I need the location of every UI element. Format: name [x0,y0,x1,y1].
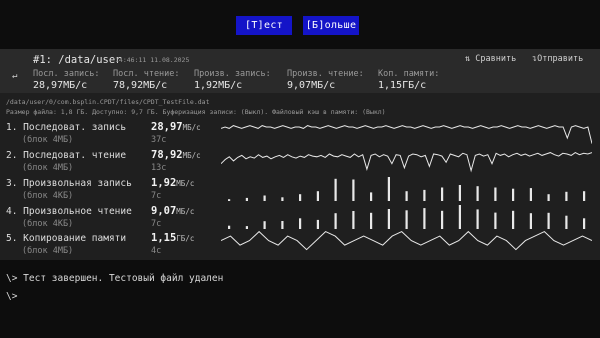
result-value: 28,97МБ/с [151,121,201,133]
graph-bar [370,192,373,201]
graph-bar [547,194,550,201]
graph-bar [316,191,319,201]
run-timestamp: 14:46:11 11.08.2025 [115,56,190,64]
graph-bar [476,186,479,201]
result-name: 4. Произвольное чтение [6,206,132,217]
summary-header: Коп. памяти: [378,69,440,79]
graph-bar [423,189,426,201]
result-name: 3. Произвольная запись [6,178,132,189]
summary-value: 1,15ГБ/с [378,80,427,91]
result-graph [221,230,592,251]
graph-bar [583,191,586,201]
result-graph [228,177,586,201]
graph-bar [529,188,532,201]
test-file-path: /data/user/0/com.bsplin.CPDT/files/CPDT_… [6,98,210,106]
graph-bar [334,178,337,201]
graph-bar [441,187,444,201]
result-block: (блок 4КБ) [22,219,74,229]
result-value: 9,07МБ/с [151,205,195,217]
result-value: 1,15ГБ/с [151,232,195,244]
result-block: (блок 4КБ) [22,191,74,201]
graph-bar [494,187,497,201]
result-block: (блок 4МБ) [22,246,74,256]
compare-button[interactable]: ⇅ Сравнить [465,54,516,64]
send-label: Отправить [537,54,584,64]
graph-bar [405,191,408,201]
send-button[interactable]: ↴Отправить [532,54,583,64]
result-graph [221,152,592,173]
compare-icon: ⇅ [465,54,471,64]
graph-bar [387,177,390,201]
result-temperature: 4c [151,246,162,256]
graph-line [221,152,592,173]
graph-bar [299,194,302,201]
result-graph [221,125,592,144]
result-temperature: 13c [151,163,167,173]
summary-header: Посл. чтение: [113,69,180,79]
result-name: 5. Копирование памяти [6,233,127,244]
result-name: 2. Последоват. чтение [6,150,127,161]
more-button[interactable]: [Б]ольше [303,16,359,35]
result-temperature: 37c [151,135,167,145]
summary-value: 28,97МБ/с [33,80,88,91]
result-name: 1. Последоват. запись [6,122,127,133]
results-panel: ↵ #1: /data/user 14:46:11 11.08.2025 ⇅ С… [0,49,600,260]
graph-bar [512,188,515,201]
result-block: (блок 4МБ) [22,163,74,173]
result-value: 1,92МБ/с [151,177,195,189]
result-temperature: 7c [151,191,162,201]
graph-bar [458,185,461,201]
summary-header: Произв. запись: [194,69,271,79]
expand-chevron-icon[interactable]: ↵ [12,71,17,81]
run-header[interactable]: ↵ #1: /data/user 14:46:11 11.08.2025 ⇅ С… [0,49,600,93]
summary-header: Произв. чтение: [287,69,364,79]
summary-value: 78,92МБ/с [113,80,168,91]
console-prompt[interactable]: \> [6,291,17,302]
run-title: #1: /data/user [33,54,122,66]
graph-bar [565,191,568,201]
summary-value: 1,92МБ/с [194,80,243,91]
summary-header: Посл. запись: [33,69,100,79]
graph-bar [352,179,355,201]
result-value: 78,92МБ/с [151,149,201,161]
result-block: (блок 4МБ) [22,135,74,145]
console-output-line: \> Тест завершен. Тестовый файл удален [6,273,224,284]
graph-line [221,230,592,251]
summary-value: 9,07МБ/с [287,80,336,91]
result-temperature: 7c [151,219,162,229]
test-file-info: Размер файла: 1,8 ГБ. Доступно: 9,7 ГБ. … [6,108,386,116]
compare-label: Сравнить [475,54,517,64]
test-button[interactable]: [Т]ест [236,16,292,35]
graph-line [221,125,592,144]
